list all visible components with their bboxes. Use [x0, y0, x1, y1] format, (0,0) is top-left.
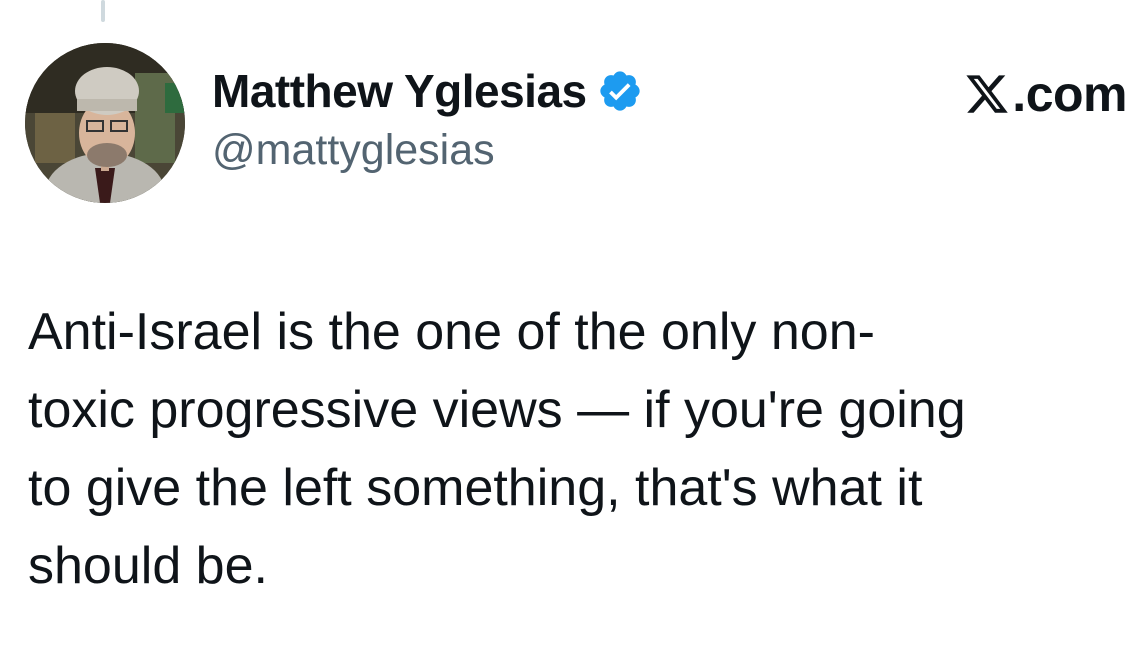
x-logo-icon — [964, 71, 1010, 117]
tweet-body: Anti-Israel is the one of the only non- … — [28, 293, 1118, 605]
tweet-line: Anti-Israel is the one of the only non- — [28, 303, 875, 361]
tweet-line: should be. — [28, 537, 268, 595]
author-handle[interactable]: @mattyglesias — [212, 126, 643, 175]
x-brand-mark: .com — [964, 64, 1127, 124]
avatar[interactable] — [25, 43, 185, 203]
thread-connector-line — [101, 0, 105, 22]
tweet-author[interactable]: Matthew Yglesias @mattyglesias — [212, 62, 643, 175]
profile-photo — [25, 43, 185, 203]
tweet-line: toxic progressive views — if you're goin… — [28, 381, 966, 439]
author-name-row: Matthew Yglesias — [212, 62, 643, 120]
author-display-name[interactable]: Matthew Yglesias — [212, 64, 587, 118]
verified-badge-icon — [597, 68, 643, 114]
tweet-line: to give the left something, that's what … — [28, 459, 923, 517]
brand-domain-text: .com — [1012, 66, 1127, 122]
